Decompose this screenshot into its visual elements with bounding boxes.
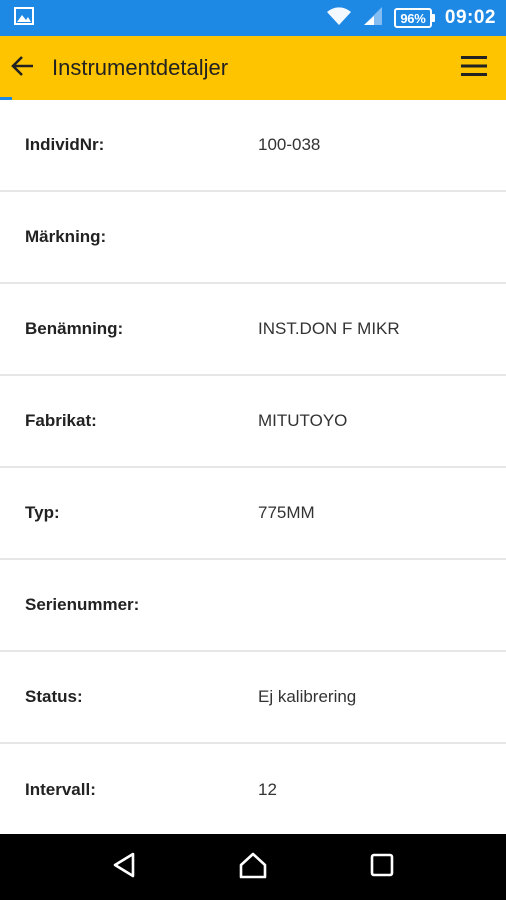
detail-label: Fabrikat: [25, 411, 97, 430]
detail-label: Intervall: [25, 780, 96, 799]
app-bar: Instrumentdetaljer [0, 36, 506, 100]
detail-value: 100-038 [258, 135, 321, 154]
detail-row-markning: Märkning: [0, 192, 506, 284]
battery-icon: 96% [393, 8, 435, 28]
back-button[interactable] [0, 36, 48, 100]
back-triangle-icon [111, 851, 137, 884]
detail-value: INST.DON F MIKR [258, 319, 400, 338]
gallery-icon [14, 6, 34, 30]
page-title: Instrumentdetaljer [52, 55, 229, 80]
detail-label: Status: [25, 687, 83, 706]
detail-label: Serienummer: [25, 595, 140, 614]
recents-square-icon [369, 852, 395, 883]
detail-row-individnr: IndividNr: 100-038 [0, 100, 506, 192]
detail-label: Typ: [25, 503, 60, 522]
nav-home-button[interactable] [223, 842, 283, 892]
battery-level: 96% [393, 8, 432, 28]
detail-label: Märkning: [25, 227, 107, 246]
detail-label: IndividNr: [25, 135, 105, 154]
detail-value: Ej kalibrering [258, 687, 357, 706]
home-icon [238, 851, 268, 884]
menu-button[interactable] [446, 36, 502, 100]
nav-back-button[interactable] [94, 842, 154, 892]
detail-row-intervall: Intervall: 12 [0, 744, 506, 836]
detail-value: 12 [258, 780, 277, 799]
detail-value: 775MM [258, 503, 315, 522]
nav-recents-button[interactable] [352, 842, 412, 892]
detail-row-serienummer: Serienummer: [0, 560, 506, 652]
detail-label: Benämning: [25, 319, 124, 338]
status-left [14, 6, 34, 30]
detail-row-typ: Typ: 775MM [0, 468, 506, 560]
detail-row-benamning: Benämning: INST.DON F MIKR [0, 284, 506, 376]
status-right: 96% 09:02 [326, 5, 496, 32]
hamburger-menu-icon [461, 55, 487, 82]
wifi-icon [326, 5, 352, 32]
arrow-left-icon [11, 55, 35, 82]
system-nav-bar [0, 834, 506, 900]
signal-icon [362, 6, 384, 31]
clock: 09:02 [444, 7, 496, 28]
detail-row-status: Status: Ej kalibrering [0, 652, 506, 744]
battery-cap [431, 14, 435, 22]
detail-row-fabrikat: Fabrikat: MITUTOYO [0, 376, 506, 468]
status-bar: 96% 09:02 [0, 0, 506, 36]
detail-value: MITUTOYO [258, 411, 348, 430]
details-list: IndividNr: 100-038 Märkning: Benämning: … [0, 100, 506, 836]
